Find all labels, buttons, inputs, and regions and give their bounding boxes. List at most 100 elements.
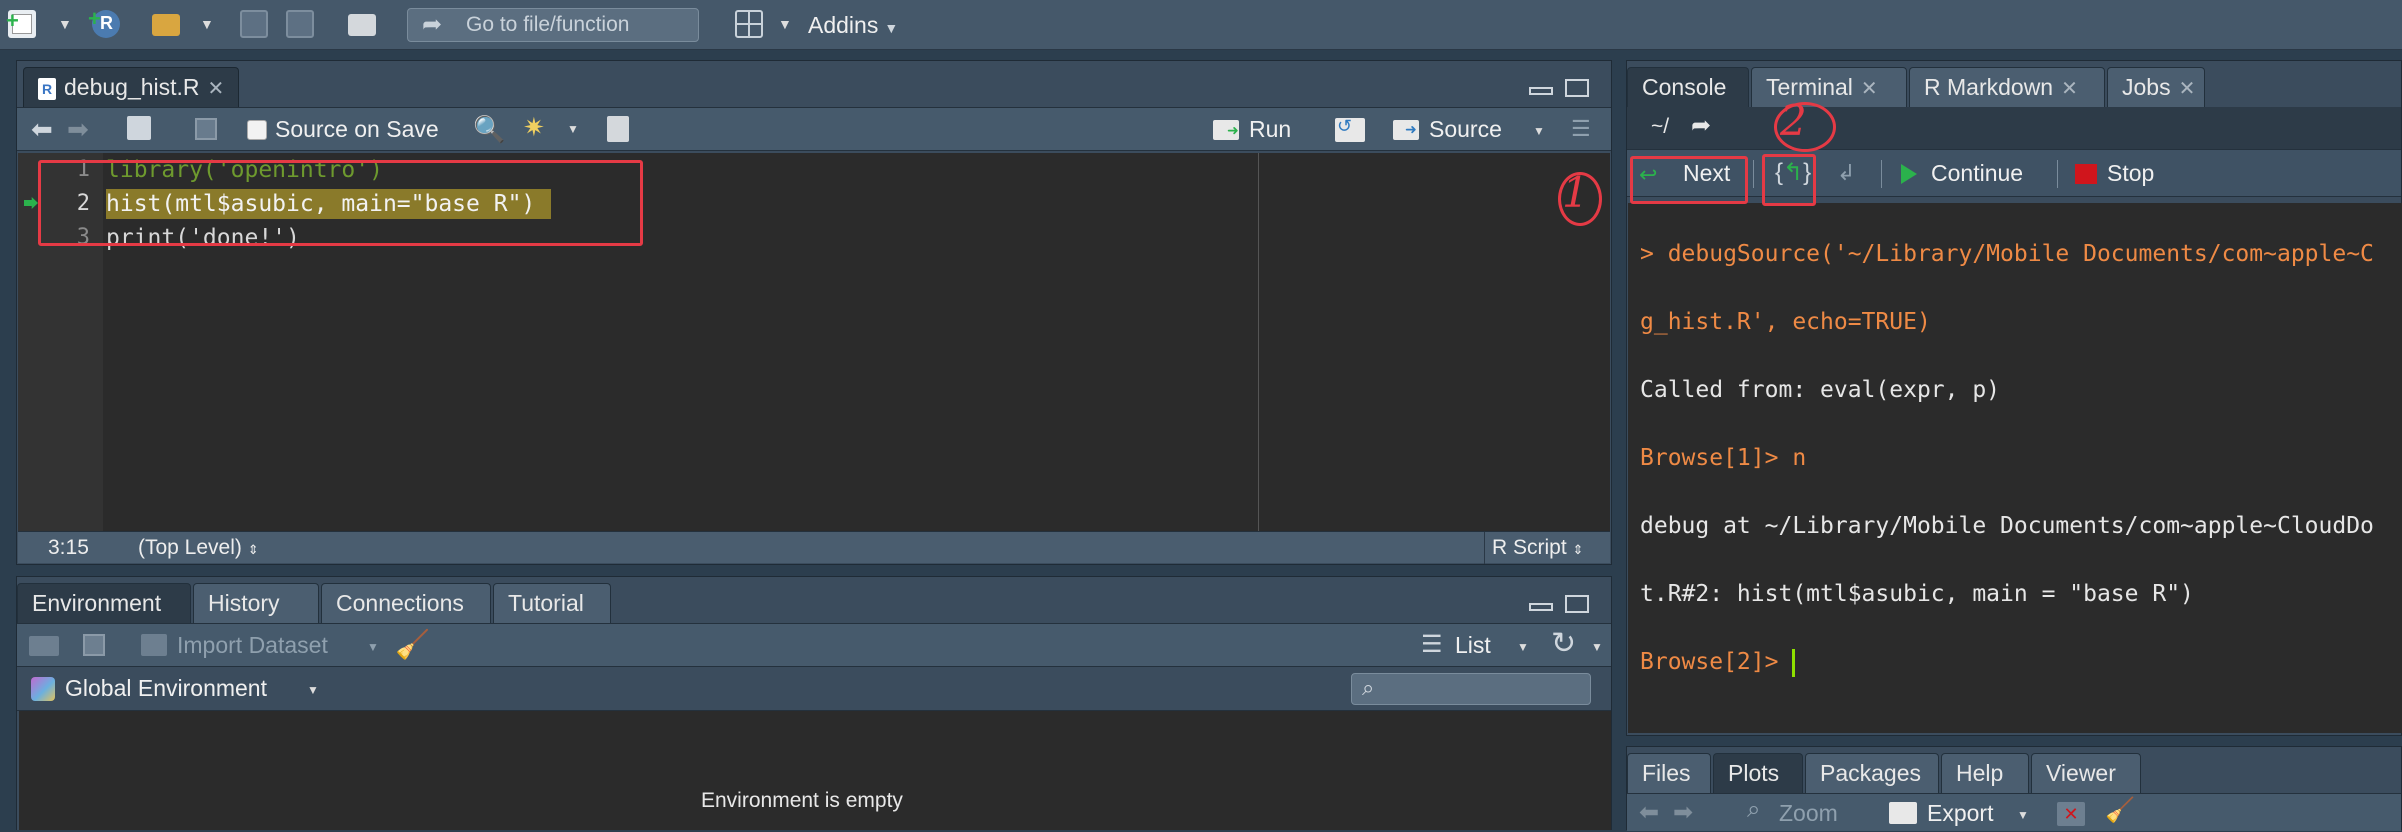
compile-report-icon[interactable] [607, 116, 629, 142]
new-file-icon[interactable]: + [6, 8, 36, 38]
working-directory[interactable]: ~/ [1651, 115, 1669, 139]
search-icon[interactable]: 🔍 [473, 114, 505, 145]
print-icon[interactable] [348, 14, 376, 36]
close-icon[interactable]: ✕ [208, 78, 225, 100]
tab-environment[interactable]: Environment [17, 583, 191, 623]
global-env-icon [31, 677, 55, 701]
refresh-dropdown-icon[interactable]: ▼ [1591, 640, 1603, 654]
stop-icon [2075, 164, 2097, 184]
tab-r-markdown[interactable]: R Markdown ✕ [1909, 67, 2105, 107]
toolbar-separator [2057, 160, 2058, 188]
line-number: 3 [76, 225, 90, 250]
next-label: Next [1683, 160, 1731, 186]
show-in-window-icon[interactable] [127, 116, 151, 140]
next-button[interactable]: ↩ Next [1635, 150, 1745, 198]
tab-viewer[interactable]: Viewer [2031, 753, 2141, 793]
export-icon [1889, 802, 1917, 824]
tab-connections[interactable]: Connections [321, 583, 491, 623]
go-to-directory-icon[interactable]: ➦ [1691, 111, 1711, 140]
back-arrow-icon[interactable]: ⬅ [31, 114, 53, 145]
export-label: Export [1927, 800, 1994, 826]
rerun-icon[interactable]: ↺ [1335, 116, 1365, 142]
outline-icon[interactable]: ☰ [1571, 116, 1591, 142]
close-icon[interactable]: ✕ [2061, 78, 2078, 100]
stop-button[interactable]: Stop [2071, 150, 2171, 198]
import-dataset-button[interactable]: Import Dataset ▼ [141, 624, 381, 668]
new-file-dropdown-icon[interactable]: ▼ [58, 16, 72, 32]
save-source-icon[interactable] [195, 118, 217, 140]
load-workspace-icon[interactable] [29, 636, 59, 656]
tab-packages[interactable]: Packages [1805, 753, 1939, 793]
continue-button[interactable]: Continue [1897, 150, 2047, 198]
back-arrow-icon[interactable]: ⬅ [1639, 798, 1659, 827]
step-into-function-icon[interactable]: {↰} [1775, 158, 1811, 187]
annotation-number-one: 1 [1562, 168, 1589, 217]
tab-label: Jobs [2122, 74, 2171, 100]
save-all-icon[interactable] [286, 10, 314, 38]
tab-debug-hist[interactable]: Rdebug_hist.R ✕ [23, 67, 240, 107]
console-prompt: Browse[2]> [1640, 649, 1793, 675]
file-type-selector[interactable]: R Script ⇕ [1492, 536, 1583, 560]
chevron-down-icon: ▼ [884, 20, 899, 36]
margin-line [1258, 153, 1259, 531]
remove-plot-icon[interactable]: ✕ [2057, 802, 2085, 826]
grid-layout-icon[interactable] [735, 10, 763, 38]
run-button[interactable]: ➜ Run [1213, 108, 1303, 152]
layout-dropdown-icon[interactable]: ▼ [778, 16, 792, 32]
environment-empty-message: Environment is empty [701, 789, 903, 812]
zoom-button[interactable]: ⌕ Zoom [1747, 794, 1857, 832]
export-button[interactable]: Export ▼ [1889, 794, 2029, 832]
new-project-icon[interactable]: + R [88, 6, 120, 38]
tab-label: R Markdown [1924, 74, 2054, 100]
list-view-selector[interactable]: ☰ List ▼ [1421, 624, 1531, 668]
open-file-icon[interactable] [152, 14, 180, 36]
console-output[interactable]: > debugSource('~/Library/Mobile Document… [1628, 203, 2402, 733]
maximize-pane-icon[interactable] [1565, 79, 1589, 97]
clear-plots-icon[interactable]: 🧹 [2105, 796, 2135, 825]
chevron-down-icon: ▼ [307, 683, 319, 697]
forward-arrow-icon[interactable]: ➡ [67, 114, 89, 145]
open-file-dropdown-icon[interactable]: ▼ [200, 16, 214, 32]
tab-help[interactable]: Help [1941, 753, 2029, 793]
minimize-pane-icon[interactable] [1529, 87, 1553, 95]
list-label: List [1455, 632, 1491, 658]
save-workspace-icon[interactable] [83, 634, 105, 656]
source-tab-strip: Rdebug_hist.R ✕ [17, 61, 1611, 107]
arrow-icon: ➦ [422, 11, 443, 38]
play-icon [1901, 164, 1917, 184]
close-icon[interactable]: ✕ [2179, 78, 2196, 100]
addins-menu[interactable]: Addins ▼ [808, 12, 898, 39]
environment-selector[interactable]: Global Environment ▼ [27, 667, 327, 711]
console-prompt-line[interactable]: Browse[2]> [1628, 645, 2402, 679]
save-icon[interactable] [240, 10, 268, 38]
tab-terminal[interactable]: Terminal ✕ [1751, 67, 1907, 107]
file-type-label: R Script [1492, 536, 1567, 559]
refresh-icon[interactable]: ↻ [1551, 626, 1576, 661]
tab-tutorial[interactable]: Tutorial [493, 583, 611, 623]
tab-console[interactable]: Console [1627, 67, 1749, 107]
tab-plots[interactable]: Plots [1713, 753, 1803, 793]
zoom-icon: ⌕ [1747, 796, 1761, 823]
editor-status-bar: 3:15 (Top Level) ⇕ R Script ⇕ [18, 531, 1610, 564]
source-on-save-checkbox[interactable] [247, 120, 267, 140]
tab-history[interactable]: History [193, 583, 319, 623]
finish-function-icon[interactable]: ↲ [1837, 160, 1855, 186]
scope-selector[interactable]: (Top Level) ⇕ [138, 536, 259, 560]
magic-wand-icon[interactable]: ✷ [523, 112, 545, 143]
go-to-file-input[interactable]: ➦ Go to file/function [407, 8, 699, 42]
tab-files[interactable]: Files [1627, 753, 1711, 793]
tab-jobs[interactable]: Jobs ✕ [2107, 67, 2205, 107]
maximize-pane-icon[interactable] [1565, 595, 1589, 613]
wand-dropdown-icon[interactable]: ▼ [567, 122, 579, 136]
source-dropdown-icon[interactable]: ▼ [1533, 124, 1545, 138]
broom-icon[interactable]: 🧹 [395, 628, 430, 661]
updown-icon: ⇕ [247, 542, 259, 557]
console-line: Browse[1]> n [1640, 445, 1807, 471]
code-editor[interactable]: 1 2 3 library('openintro') hist(mtl$asub… [18, 153, 1610, 531]
minimize-pane-icon[interactable] [1529, 603, 1553, 611]
environment-search-input[interactable]: ⌕ [1351, 673, 1591, 705]
source-button[interactable]: ➜ Source ▼ [1393, 108, 1563, 152]
forward-arrow-icon[interactable]: ➡ [1673, 798, 1693, 827]
chevron-down-icon: ▼ [367, 640, 379, 654]
close-icon[interactable]: ✕ [1861, 78, 1878, 100]
